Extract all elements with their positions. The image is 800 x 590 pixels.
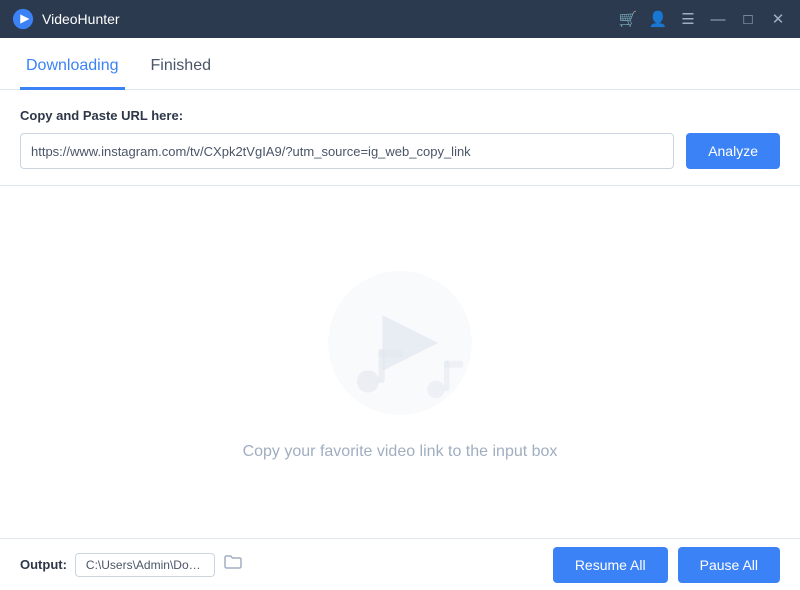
url-input[interactable] bbox=[20, 133, 674, 169]
url-section: Copy and Paste URL here: Analyze bbox=[0, 90, 800, 186]
tab-bar: Downloading Finished bbox=[0, 38, 800, 90]
url-input-row: Analyze bbox=[20, 133, 780, 169]
window-controls: 🛒 👤 ☰ — □ ✕ bbox=[618, 9, 788, 29]
output-path: C:\Users\Admin\Dow... bbox=[75, 553, 215, 577]
tab-finished[interactable]: Finished bbox=[145, 45, 217, 90]
maximize-button[interactable]: □ bbox=[738, 9, 758, 29]
analyze-button[interactable]: Analyze bbox=[686, 133, 780, 169]
menu-icon[interactable]: ☰ bbox=[678, 9, 698, 29]
folder-icon[interactable] bbox=[223, 552, 243, 577]
url-label: Copy and Paste URL here: bbox=[20, 108, 780, 123]
empty-state-icon bbox=[320, 263, 480, 423]
tab-downloading[interactable]: Downloading bbox=[20, 45, 125, 90]
minimize-button[interactable]: — bbox=[708, 9, 728, 29]
resume-all-button[interactable]: Resume All bbox=[553, 547, 668, 583]
empty-state: Copy your favorite video link to the inp… bbox=[0, 186, 800, 538]
app-logo-icon bbox=[12, 8, 34, 30]
bottom-bar: Output: C:\Users\Admin\Dow... Resume All… bbox=[0, 538, 800, 590]
bottom-actions: Resume All Pause All bbox=[553, 547, 780, 583]
app-name: VideoHunter bbox=[42, 11, 120, 27]
app-logo: VideoHunter bbox=[12, 8, 120, 30]
cart-icon[interactable]: 🛒 bbox=[618, 9, 638, 29]
close-button[interactable]: ✕ bbox=[768, 9, 788, 29]
pause-all-button[interactable]: Pause All bbox=[678, 547, 780, 583]
main-content: Downloading Finished Copy and Paste URL … bbox=[0, 38, 800, 538]
empty-state-message: Copy your favorite video link to the inp… bbox=[243, 443, 558, 461]
title-bar: VideoHunter 🛒 👤 ☰ — □ ✕ bbox=[0, 0, 800, 38]
output-label: Output: bbox=[20, 557, 67, 572]
user-icon[interactable]: 👤 bbox=[648, 9, 668, 29]
